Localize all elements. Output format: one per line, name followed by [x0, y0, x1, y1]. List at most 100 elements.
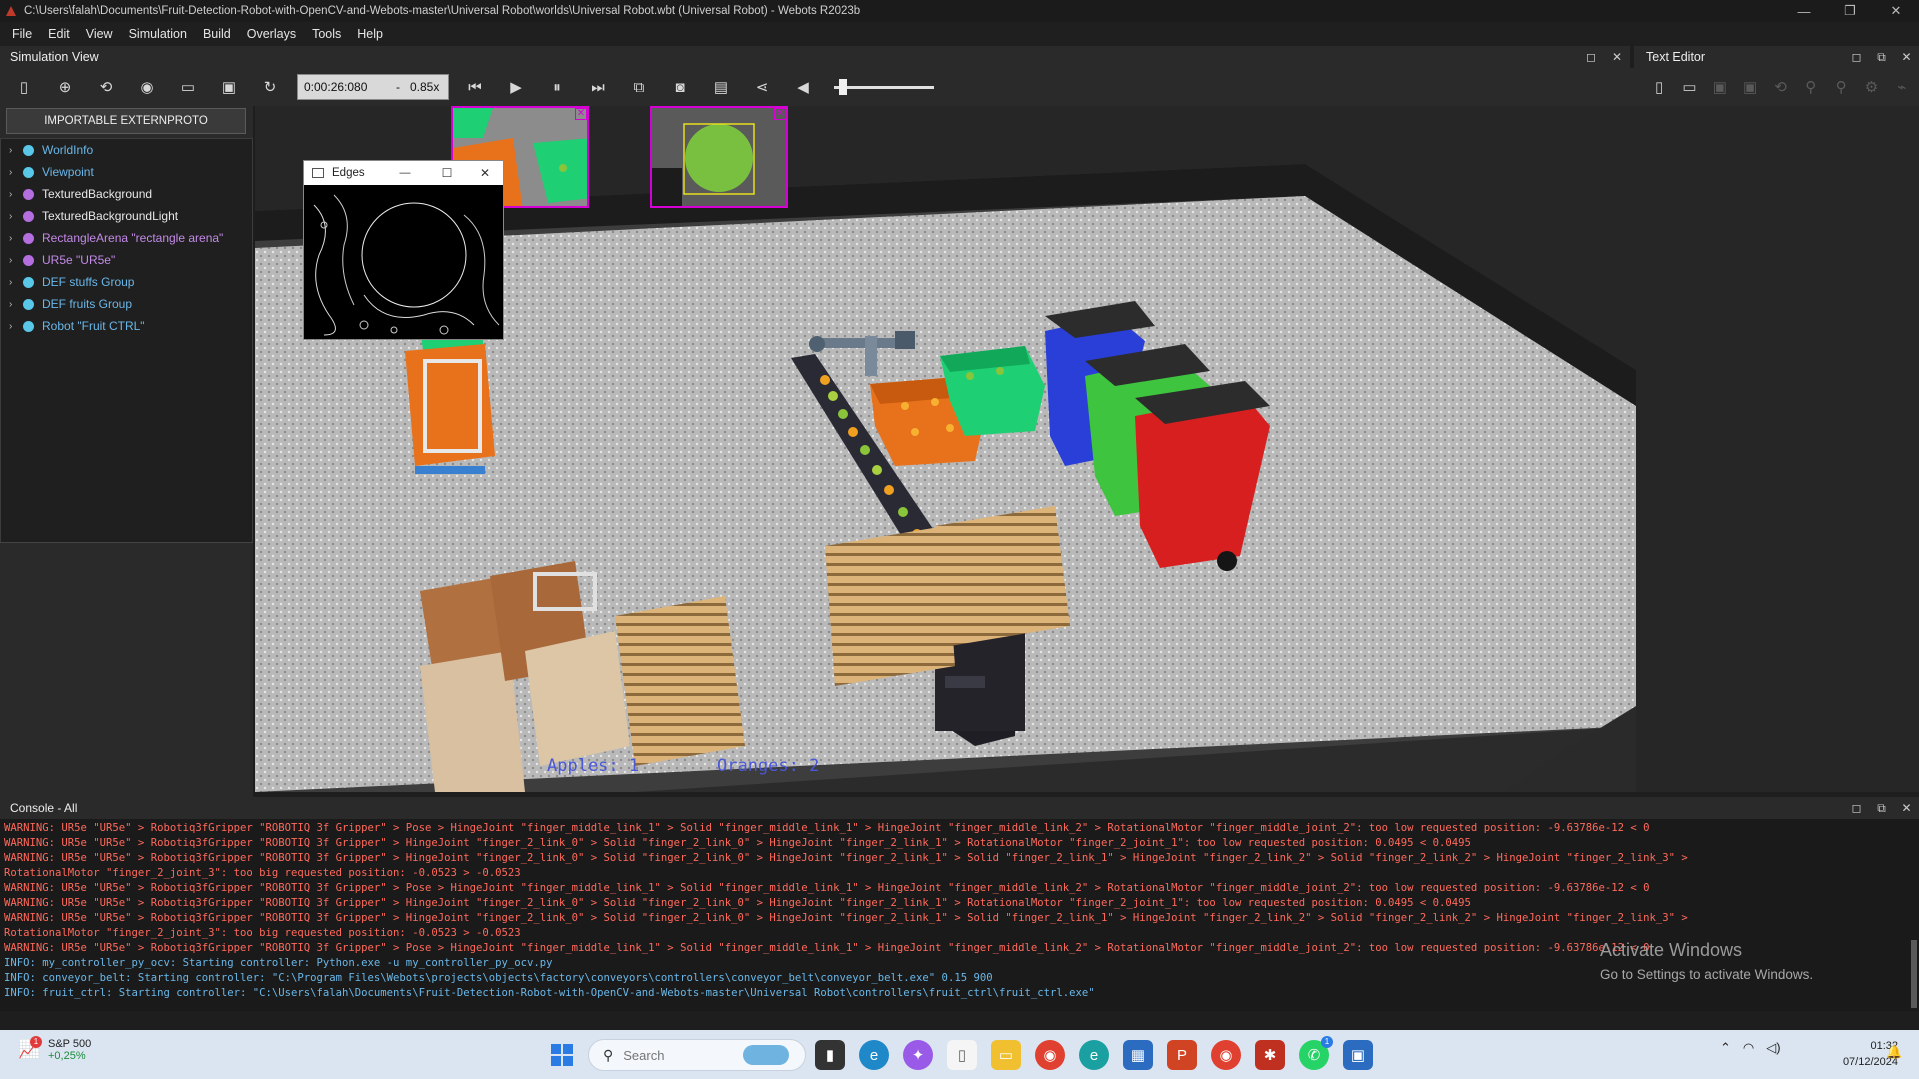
- menu-edit[interactable]: Edit: [40, 27, 78, 41]
- pause-icon[interactable]: ⏸: [543, 73, 571, 101]
- record-movie-icon[interactable]: ▤: [707, 73, 735, 101]
- copilot-icon[interactable]: ✦: [903, 1040, 933, 1070]
- expand-chevron-icon[interactable]: ›: [9, 211, 23, 222]
- scene-tree-node[interactable]: › DEF fruits Group: [1, 293, 252, 315]
- tray-chevron-icon[interactable]: ⌃: [1720, 1040, 1731, 1056]
- menu-simulation[interactable]: Simulation: [121, 27, 195, 41]
- edges-window[interactable]: Edges — ☐ ✕: [303, 160, 504, 340]
- new-file-icon[interactable]: ▯: [1646, 73, 1672, 101]
- menu-overlays[interactable]: Overlays: [239, 27, 304, 41]
- text-editor-undock-icon[interactable]: ◻: [1844, 50, 1869, 64]
- stock-widget[interactable]: 📈 1 S&P 500 +0,25%: [18, 1036, 92, 1062]
- stock-name: S&P 500: [48, 1038, 92, 1050]
- edges-window-titlebar[interactable]: Edges — ☐ ✕: [304, 161, 503, 185]
- text-editor-close-icon[interactable]: ✕: [1894, 50, 1919, 64]
- edge-dev-icon[interactable]: e: [1079, 1040, 1109, 1070]
- edges-maximize-button[interactable]: ☐: [427, 166, 467, 180]
- wifi-icon[interactable]: ◠: [1743, 1040, 1754, 1056]
- console-float-icon[interactable]: ⧉: [1869, 801, 1894, 816]
- camera-1-close-icon[interactable]: ✕: [575, 108, 587, 120]
- expand-chevron-icon[interactable]: ›: [9, 277, 23, 288]
- edges-minimize-button[interactable]: —: [383, 167, 427, 179]
- volume-icon[interactable]: ◁): [1766, 1040, 1780, 1056]
- add-node-icon[interactable]: ⊕: [51, 73, 79, 101]
- scene-tree-node[interactable]: › TexturedBackgroundLight: [1, 205, 252, 227]
- open-file-icon[interactable]: ▭: [1676, 73, 1702, 101]
- scene-tree-node[interactable]: › RectangleArena "rectangle arena": [1, 227, 252, 249]
- menu-build[interactable]: Build: [195, 27, 239, 41]
- build-gear-icon[interactable]: ⚙: [1858, 73, 1884, 101]
- reload-world-icon[interactable]: ⟲: [92, 73, 120, 101]
- expand-chevron-icon[interactable]: ›: [9, 299, 23, 310]
- chrome-icon[interactable]: ◉: [1035, 1040, 1065, 1070]
- remote-desktop-icon[interactable]: ▣: [1343, 1040, 1373, 1070]
- scene-tree-node[interactable]: › WorldInfo: [1, 139, 252, 161]
- maximize-button[interactable]: ❐: [1827, 3, 1873, 19]
- close-panel-icon[interactable]: ✕: [1604, 50, 1630, 64]
- undock-icon[interactable]: ◻: [1578, 50, 1604, 64]
- open-world-icon[interactable]: ▭: [174, 73, 202, 101]
- edges-close-button[interactable]: ✕: [467, 166, 503, 180]
- view-eye-icon[interactable]: ◉: [133, 73, 161, 101]
- toggle-scene-tree-icon[interactable]: ▯: [10, 73, 38, 101]
- find-icon[interactable]: ⚲: [1798, 73, 1824, 101]
- whatsapp-icon[interactable]: ✆ 1: [1299, 1036, 1333, 1070]
- screenshot-icon[interactable]: ◙: [666, 73, 694, 101]
- menu-file[interactable]: File: [4, 27, 40, 41]
- console-output[interactable]: WARNING: UR5e "UR5e" > Robotiq3fGripper …: [0, 819, 1919, 1011]
- save-file-icon[interactable]: ▣: [1707, 73, 1733, 101]
- expand-chevron-icon[interactable]: ›: [9, 167, 23, 178]
- text-editor-float-icon[interactable]: ⧉: [1869, 50, 1894, 65]
- scene-tree-node[interactable]: › DEF stuffs Group: [1, 271, 252, 293]
- importable-externproto-button[interactable]: IMPORTABLE EXTERNPROTO: [6, 108, 246, 134]
- system-tray: ⌃ ◠ ◁): [1720, 1040, 1793, 1056]
- volume-knob[interactable]: [839, 79, 847, 95]
- taskbar-search-input[interactable]: [623, 1047, 744, 1063]
- revert-icon[interactable]: ⟲: [1767, 73, 1793, 101]
- file-explorer-icon[interactable]: ▭: [991, 1040, 1021, 1070]
- rendering-toggle-icon[interactable]: ⧉: [625, 73, 653, 101]
- clean-brush-icon[interactable]: ⌁: [1889, 73, 1915, 101]
- edge-icon[interactable]: e: [859, 1040, 889, 1070]
- text-editor-area[interactable]: [1636, 106, 1919, 792]
- replace-icon[interactable]: ⚲: [1828, 73, 1854, 101]
- expand-chevron-icon[interactable]: ›: [9, 321, 23, 332]
- powerpoint-icon[interactable]: P: [1167, 1040, 1197, 1070]
- console-close-icon[interactable]: ✕: [1894, 801, 1919, 815]
- save-world-icon[interactable]: ▣: [215, 73, 243, 101]
- reset-simulation-icon[interactable]: ↻: [256, 73, 284, 101]
- store-icon[interactable]: ▦: [1123, 1040, 1153, 1070]
- close-window-button[interactable]: ✕: [1873, 3, 1919, 19]
- scene-tree-node[interactable]: › Viewpoint: [1, 161, 252, 183]
- camera-overlay-2[interactable]: ✕: [650, 106, 788, 208]
- volume-slider[interactable]: [834, 79, 934, 95]
- expand-chevron-icon[interactable]: ›: [9, 145, 23, 156]
- scene-tree-node[interactable]: › Robot "Fruit CTRL": [1, 315, 252, 337]
- notification-bell-icon[interactable]: 🔔: [1886, 1044, 1902, 1060]
- fast-forward-icon[interactable]: ⏭: [584, 73, 612, 101]
- step-back-icon[interactable]: ⏮: [461, 73, 489, 101]
- simulation-view-header: Simulation View ◻ ✕: [0, 46, 1630, 68]
- mute-icon[interactable]: ◀: [789, 73, 817, 101]
- expand-chevron-icon[interactable]: ›: [9, 233, 23, 244]
- console-scrollbar[interactable]: [1911, 940, 1917, 1008]
- expand-chevron-icon[interactable]: ›: [9, 255, 23, 266]
- task-view-icon[interactable]: ▮: [815, 1040, 845, 1070]
- taskbar-search[interactable]: ⚲: [588, 1039, 806, 1071]
- menu-tools[interactable]: Tools: [304, 27, 349, 41]
- scene-tree-node[interactable]: › TexturedBackground: [1, 183, 252, 205]
- webots-icon[interactable]: ✱: [1255, 1040, 1285, 1070]
- save-as-icon[interactable]: ▣: [1737, 73, 1763, 101]
- file-icon[interactable]: ▯: [947, 1040, 977, 1070]
- chrome-profile-icon[interactable]: ◉: [1211, 1040, 1241, 1070]
- windows-start-icon[interactable]: [551, 1044, 573, 1066]
- expand-chevron-icon[interactable]: ›: [9, 189, 23, 200]
- play-icon[interactable]: ▶: [502, 73, 530, 101]
- menu-help[interactable]: Help: [349, 27, 391, 41]
- console-undock-icon[interactable]: ◻: [1844, 801, 1869, 815]
- share-icon[interactable]: ⋖: [748, 73, 776, 101]
- scene-tree-node[interactable]: › UR5e "UR5e": [1, 249, 252, 271]
- menu-view[interactable]: View: [78, 27, 121, 41]
- minimize-button[interactable]: —: [1781, 4, 1827, 19]
- camera-2-close-icon[interactable]: ✕: [774, 108, 786, 120]
